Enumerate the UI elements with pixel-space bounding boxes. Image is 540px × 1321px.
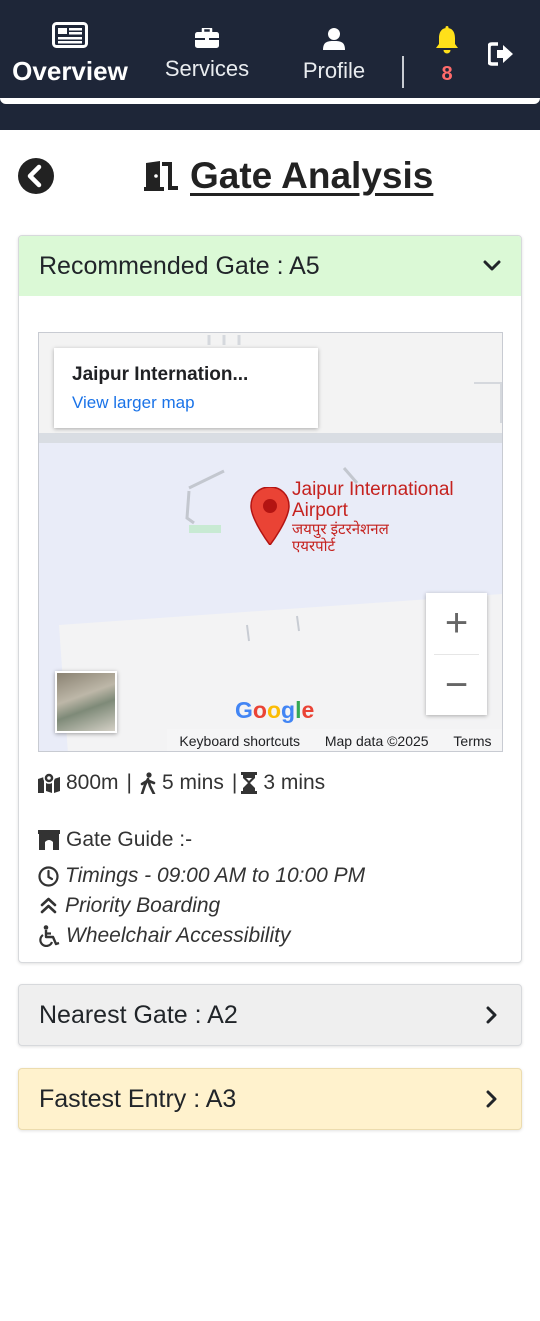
logout-button[interactable]: [487, 42, 518, 71]
view-larger-map-link[interactable]: View larger map: [72, 393, 300, 413]
nav-profile-label: Profile: [302, 58, 366, 83]
distance-value: 800m: [66, 771, 119, 794]
nearest-gate-header[interactable]: Nearest Gate : A2: [19, 985, 521, 1045]
zoom-in-button[interactable]: +: [426, 593, 487, 654]
map-label-hi-line1: जयपुर इंटरनेशनल: [292, 521, 389, 538]
map-label-en-line1: Jaipur International: [292, 479, 454, 500]
embedded-map[interactable]: Jaipur Internation... View larger map Ja…: [38, 332, 503, 752]
page-header: Gate Analysis: [144, 154, 433, 198]
recommended-gate-card: Recommended Gate : A5 Jaipur Internation…: [18, 235, 522, 963]
clock-icon: [38, 865, 59, 887]
page-title: Gate Analysis: [190, 155, 434, 196]
chevron-right-icon: [486, 1090, 497, 1108]
google-logo: Google: [235, 697, 315, 723]
bell-icon: [436, 26, 458, 54]
angles-up-icon: [40, 897, 57, 914]
zoom-out-button[interactable]: −: [426, 655, 487, 716]
gate-guide-title: Gate Guide :-: [66, 828, 193, 851]
chevron-down-icon: [483, 260, 501, 271]
guide-priority-row: Priority Boarding: [38, 891, 498, 921]
map-pin-icon: [250, 487, 290, 545]
nearest-gate-title: Nearest Gate : A2: [39, 1000, 238, 1029]
map-label-en-line2: Airport: [292, 500, 348, 521]
guide-wheelchair-row: Wheelchair Accessibility: [38, 921, 498, 951]
nav-overview[interactable]: Overview: [8, 22, 132, 87]
map-place-name: Jaipur Internation...: [72, 364, 249, 385]
briefcase-icon: [195, 28, 219, 48]
nearest-gate-card[interactable]: Nearest Gate : A2: [18, 984, 522, 1046]
top-navbar: Overview Services Profile 8: [0, 0, 540, 130]
archway-icon: [38, 830, 60, 850]
recommended-gate-header[interactable]: Recommended Gate : A5: [19, 236, 521, 296]
nav-overview-label: Overview: [12, 56, 128, 86]
recommended-gate-title: Recommended Gate : A5: [39, 251, 320, 280]
notification-count: 8: [441, 63, 453, 85]
guide-priority: Priority Boarding: [65, 894, 221, 917]
hourglass-icon: [241, 772, 258, 794]
wheelchair-icon: [39, 925, 60, 947]
guide-timings: Timings - 09:00 AM to 10:00 PM: [65, 864, 366, 887]
nav-services[interactable]: Services: [160, 28, 254, 82]
nav-profile[interactable]: Profile: [296, 28, 372, 84]
guide-wheelchair: Wheelchair Accessibility: [66, 924, 291, 947]
fastest-entry-title: Fastest Entry : A3: [39, 1084, 237, 1113]
stats-separator-1: |: [126, 771, 132, 794]
map-info-box: Jaipur Internation... View larger map: [54, 348, 318, 428]
satellite-view-toggle[interactable]: [55, 671, 117, 733]
nav-divider: [402, 56, 404, 88]
keyboard-shortcuts-link[interactable]: Keyboard shortcuts: [179, 733, 300, 749]
map-label-hindi: जयपुर इंटरनेशनल एयरपोर्ट: [292, 521, 442, 555]
map-label-hi-line2: एयरपोर्ट: [292, 538, 336, 555]
door-open-icon: [144, 161, 178, 191]
map-marked-icon: [38, 773, 60, 793]
back-button[interactable]: [18, 158, 54, 194]
wait-time-value: 3 mins: [263, 771, 326, 794]
map-zoom-controls: + −: [426, 593, 487, 715]
nav-services-label: Services: [164, 56, 250, 81]
chevron-left-icon: [27, 164, 42, 188]
walk-time-value: 5 mins: [162, 771, 224, 794]
fastest-entry-card[interactable]: Fastest Entry : A3: [18, 1068, 522, 1130]
guide-timings-row: Timings - 09:00 AM to 10:00 PM: [38, 861, 498, 891]
overview-icon: [52, 22, 88, 48]
gate-guide: Gate Guide :- Timings - 09:00 AM to 10:0…: [38, 825, 498, 951]
gate-stats: 800m | 5 mins | 3 mins: [38, 768, 325, 798]
user-icon: [323, 28, 345, 50]
gate-guide-title-row: Gate Guide :-: [38, 825, 498, 855]
map-data-text: Map data ©2025: [324, 733, 429, 749]
terms-link[interactable]: Terms: [453, 733, 491, 749]
walking-icon: [140, 772, 156, 794]
chevron-right-icon: [486, 1006, 497, 1024]
map-label-english: Jaipur International Airport: [292, 479, 492, 521]
navbar-panel: Overview Services Profile 8: [0, 0, 540, 104]
map-footer: Keyboard shortcuts Map data ©2025 Terms: [167, 729, 502, 751]
fastest-entry-header[interactable]: Fastest Entry : A3: [19, 1069, 521, 1129]
stats-separator-2: |: [231, 771, 238, 794]
logout-icon: [487, 42, 513, 66]
notification-bell[interactable]: 8: [432, 26, 462, 86]
